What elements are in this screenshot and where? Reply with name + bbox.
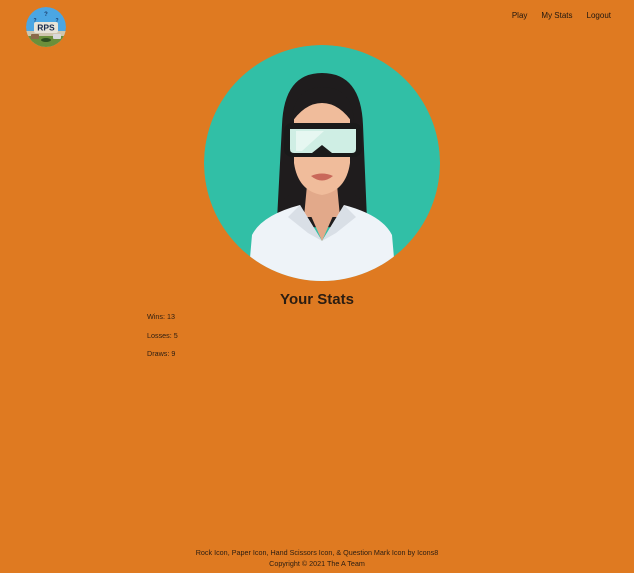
- wins-stat: Wins: 13: [147, 312, 175, 321]
- svg-text:?: ?: [44, 12, 48, 18]
- rock-icon-link[interactable]: Rock Icon: [196, 548, 228, 557]
- page-title: Your Stats: [280, 291, 354, 308]
- nav-play-link[interactable]: Play: [512, 11, 528, 20]
- by-text: by: [405, 548, 418, 557]
- nav-my-stats-link[interactable]: My Stats: [541, 11, 572, 20]
- copyright: Copyright © 2021 The A Team: [269, 559, 365, 568]
- logo-text: RPS: [37, 23, 55, 33]
- nav-logout-link[interactable]: Logout: [587, 11, 611, 20]
- stats-list: Wins: 13 Losses: 5 Draws: 9: [147, 313, 178, 369]
- scissors-icon-link[interactable]: Hand Scissors Icon: [270, 548, 332, 557]
- footer: Rock Icon, Paper Icon, Hand Scissors Ico…: [0, 547, 634, 569]
- user-avatar: [204, 45, 440, 281]
- top-nav: Play My Stats Logout: [512, 11, 611, 20]
- paper-icon-link[interactable]: Paper Icon: [232, 548, 267, 557]
- rps-logo[interactable]: ? ? ? RPS: [26, 7, 66, 47]
- separator: , &: [332, 548, 344, 557]
- logo-graphic: ? ? ? RPS: [26, 7, 66, 47]
- losses-stat: Losses: 5: [147, 330, 178, 340]
- icons8-link[interactable]: Icons8: [417, 548, 438, 557]
- question-mark-icon-link[interactable]: Question Mark Icon: [343, 548, 405, 557]
- icon-attribution: Rock Icon, Paper Icon, Hand Scissors Ico…: [0, 547, 634, 558]
- draws-stat: Draws: 9: [147, 349, 176, 358]
